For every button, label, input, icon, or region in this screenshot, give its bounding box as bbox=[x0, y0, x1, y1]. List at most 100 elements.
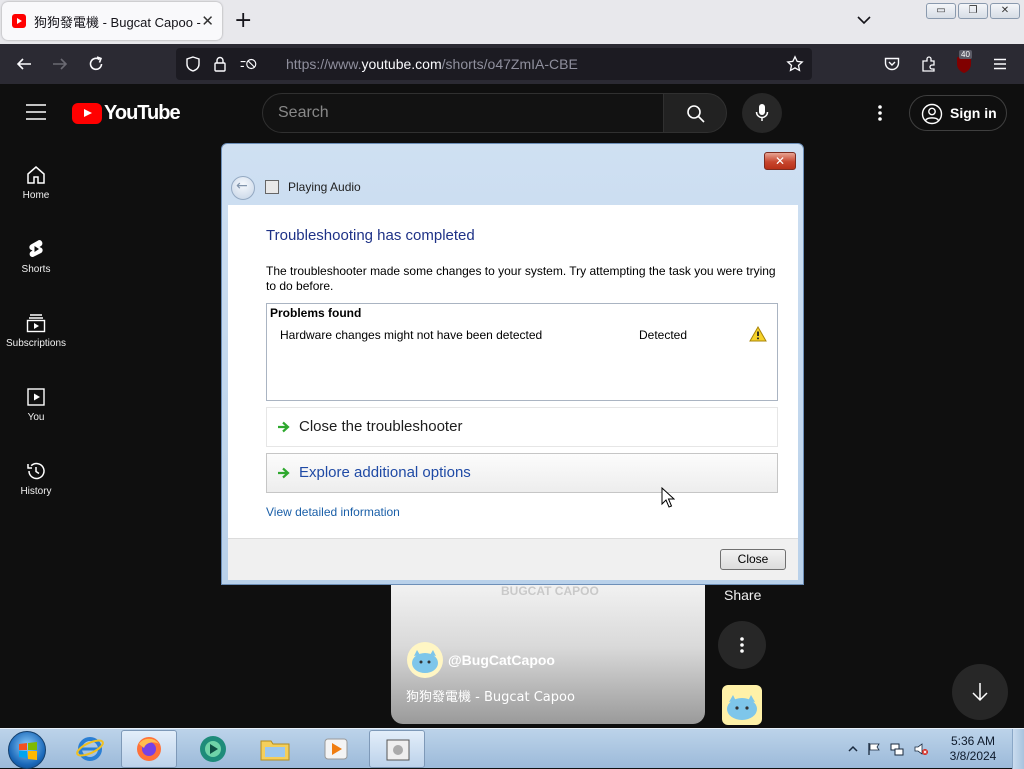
new-tab-button[interactable]: + bbox=[234, 10, 252, 32]
you-icon bbox=[27, 388, 45, 406]
tab-title: 狗狗發電機 - Bugcat Capoo - YouTube bbox=[34, 14, 204, 30]
sidebar-label: Home bbox=[22, 190, 50, 201]
youtube-wordmark: YouTube bbox=[104, 102, 181, 124]
view-details-link[interactable]: View detailed information bbox=[266, 505, 400, 519]
media-center-icon bbox=[200, 736, 226, 762]
close-troubleshooter-option[interactable]: Close the troubleshooter bbox=[266, 407, 778, 447]
windows-logo-icon bbox=[19, 742, 37, 760]
sidebar-item-you[interactable]: You bbox=[0, 386, 72, 446]
search-button[interactable] bbox=[663, 93, 727, 133]
taskbar-internet-explorer[interactable] bbox=[62, 730, 118, 768]
shorts-icon bbox=[29, 240, 43, 258]
sign-in-button[interactable]: Sign in bbox=[909, 95, 1007, 131]
sidebar-label: Shorts bbox=[21, 264, 51, 275]
address-bar[interactable]: https://www.youtube.com/shorts/o47ZmIA-C… bbox=[176, 48, 812, 80]
troubleshooter-dialog: ✕ Playing Audio Troubleshooting has comp… bbox=[221, 143, 804, 585]
network-icon[interactable] bbox=[890, 742, 904, 756]
browser-tab-strip: 狗狗發電機 - Bugcat Capoo - YouTube ✕ + ▭ ❐ ✕ bbox=[0, 0, 1024, 44]
green-arrow-icon bbox=[278, 467, 290, 479]
sign-in-label: Sign in bbox=[950, 105, 997, 121]
tab-close-icon[interactable]: ✕ bbox=[201, 12, 214, 30]
voice-search-button[interactable] bbox=[742, 93, 782, 133]
sidebar-item-home[interactable]: Home bbox=[0, 164, 72, 224]
subscriptions-icon bbox=[26, 314, 46, 333]
pocket-icon[interactable] bbox=[883, 55, 901, 73]
firefox-icon bbox=[137, 737, 161, 761]
channel-name[interactable]: @BugCatCapoo bbox=[448, 652, 555, 668]
youtube-play-icon bbox=[72, 103, 102, 124]
lock-icon[interactable] bbox=[211, 55, 229, 73]
restore-button[interactable]: ❐ bbox=[958, 3, 988, 19]
shorts-video-player[interactable]: BUGCAT CAPOO @BugCatCapoo 狗狗發電機 - Bugcat… bbox=[391, 584, 705, 724]
youtube-logo[interactable]: YouTube bbox=[72, 102, 181, 125]
taskbar-media-player[interactable] bbox=[308, 730, 364, 768]
video-title: 狗狗發電機 - Bugcat Capoo bbox=[406, 690, 575, 705]
share-label[interactable]: Share bbox=[724, 587, 761, 603]
sidebar-item-shorts[interactable]: Shorts bbox=[0, 238, 72, 298]
app-menu-hamburger-icon[interactable] bbox=[991, 55, 1009, 73]
dialog-breadcrumb: Playing Audio bbox=[288, 180, 361, 194]
bookmark-star-icon[interactable] bbox=[786, 55, 804, 73]
extension-badge-count: 40 bbox=[959, 50, 972, 59]
dialog-back-button[interactable] bbox=[231, 176, 255, 200]
action-center-flag-icon[interactable] bbox=[867, 742, 881, 756]
taskbar-media-center[interactable] bbox=[185, 730, 241, 768]
problems-header: Problems found bbox=[270, 306, 362, 320]
problem-name: Hardware changes might not have been det… bbox=[280, 328, 543, 342]
next-video-button[interactable] bbox=[952, 664, 1008, 720]
list-all-tabs-icon[interactable] bbox=[856, 12, 872, 28]
volume-muted-icon[interactable] bbox=[914, 742, 928, 756]
tracking-protection-shield-icon[interactable] bbox=[184, 55, 202, 73]
sidebar-item-history[interactable]: History bbox=[0, 460, 72, 520]
channel-avatar[interactable] bbox=[407, 642, 443, 678]
troubleshooter-window-icon bbox=[386, 739, 410, 761]
taskbar-firefox[interactable] bbox=[121, 730, 177, 768]
forward-arrow-icon[interactable] bbox=[51, 55, 69, 73]
guide-menu-icon[interactable] bbox=[26, 103, 46, 121]
browser-toolbar: https://www.youtube.com/shorts/o47ZmIA-C… bbox=[0, 44, 1024, 84]
dialog-close-x-button[interactable]: ✕ bbox=[764, 152, 796, 170]
browser-tab-active[interactable]: 狗狗發電機 - Bugcat Capoo - YouTube ✕ bbox=[2, 2, 222, 40]
extensions-puzzle-icon[interactable] bbox=[920, 55, 938, 73]
option-label: Close the troubleshooter bbox=[299, 418, 463, 435]
dialog-footer: Close bbox=[228, 538, 798, 580]
account-circle-icon bbox=[921, 103, 943, 125]
dialog-description: The troubleshooter made some changes to … bbox=[266, 264, 776, 293]
close-window-button[interactable]: ✕ bbox=[990, 3, 1020, 19]
minimize-button[interactable]: ▭ bbox=[926, 3, 956, 19]
history-icon bbox=[27, 462, 45, 480]
sidebar-label: Subscriptions bbox=[5, 338, 67, 349]
explore-options-option[interactable]: Explore additional options bbox=[266, 453, 778, 493]
window-controls: ▭ ❐ ✕ bbox=[926, 3, 1020, 19]
system-clock[interactable]: 5:36 AM 3/8/2024 bbox=[944, 734, 1002, 764]
more-actions-button[interactable] bbox=[718, 621, 766, 669]
show-hidden-icons-icon[interactable] bbox=[846, 742, 860, 756]
taskbar-troubleshooter[interactable] bbox=[369, 730, 425, 768]
problems-list: Problems found Hardware changes might no… bbox=[266, 303, 778, 401]
start-button[interactable] bbox=[8, 731, 46, 769]
permissions-icon[interactable] bbox=[239, 55, 257, 73]
sidebar-label: History bbox=[20, 486, 52, 497]
show-desktop-button[interactable] bbox=[1012, 729, 1024, 769]
close-button[interactable]: Close bbox=[720, 549, 786, 570]
sound-thumbnail[interactable] bbox=[722, 685, 762, 725]
dialog-heading: Troubleshooting has completed bbox=[266, 227, 475, 244]
dialog-content: Troubleshooting has completed The troubl… bbox=[228, 205, 798, 538]
ublock-extension-icon[interactable]: 40 bbox=[955, 50, 973, 74]
search-input[interactable]: Search bbox=[262, 93, 664, 133]
settings-more-icon[interactable] bbox=[876, 104, 884, 122]
reload-icon[interactable] bbox=[87, 55, 105, 73]
folder-icon bbox=[260, 740, 290, 761]
audio-troubleshooter-icon bbox=[265, 180, 279, 194]
media-player-icon bbox=[324, 738, 348, 760]
arrow-down-icon bbox=[972, 683, 988, 702]
warning-icon bbox=[749, 326, 767, 342]
taskbar-windows-explorer[interactable] bbox=[247, 730, 303, 768]
sidebar-item-subscriptions[interactable]: Subscriptions bbox=[0, 312, 72, 372]
clock-date: 3/8/2024 bbox=[949, 749, 997, 763]
sidebar-label: You bbox=[27, 412, 45, 423]
url-text: https://www.youtube.com/shorts/o47ZmIA-C… bbox=[286, 56, 578, 72]
back-arrow-icon[interactable] bbox=[15, 55, 33, 73]
option-label: Explore additional options bbox=[299, 464, 471, 481]
internet-explorer-icon bbox=[76, 737, 104, 761]
